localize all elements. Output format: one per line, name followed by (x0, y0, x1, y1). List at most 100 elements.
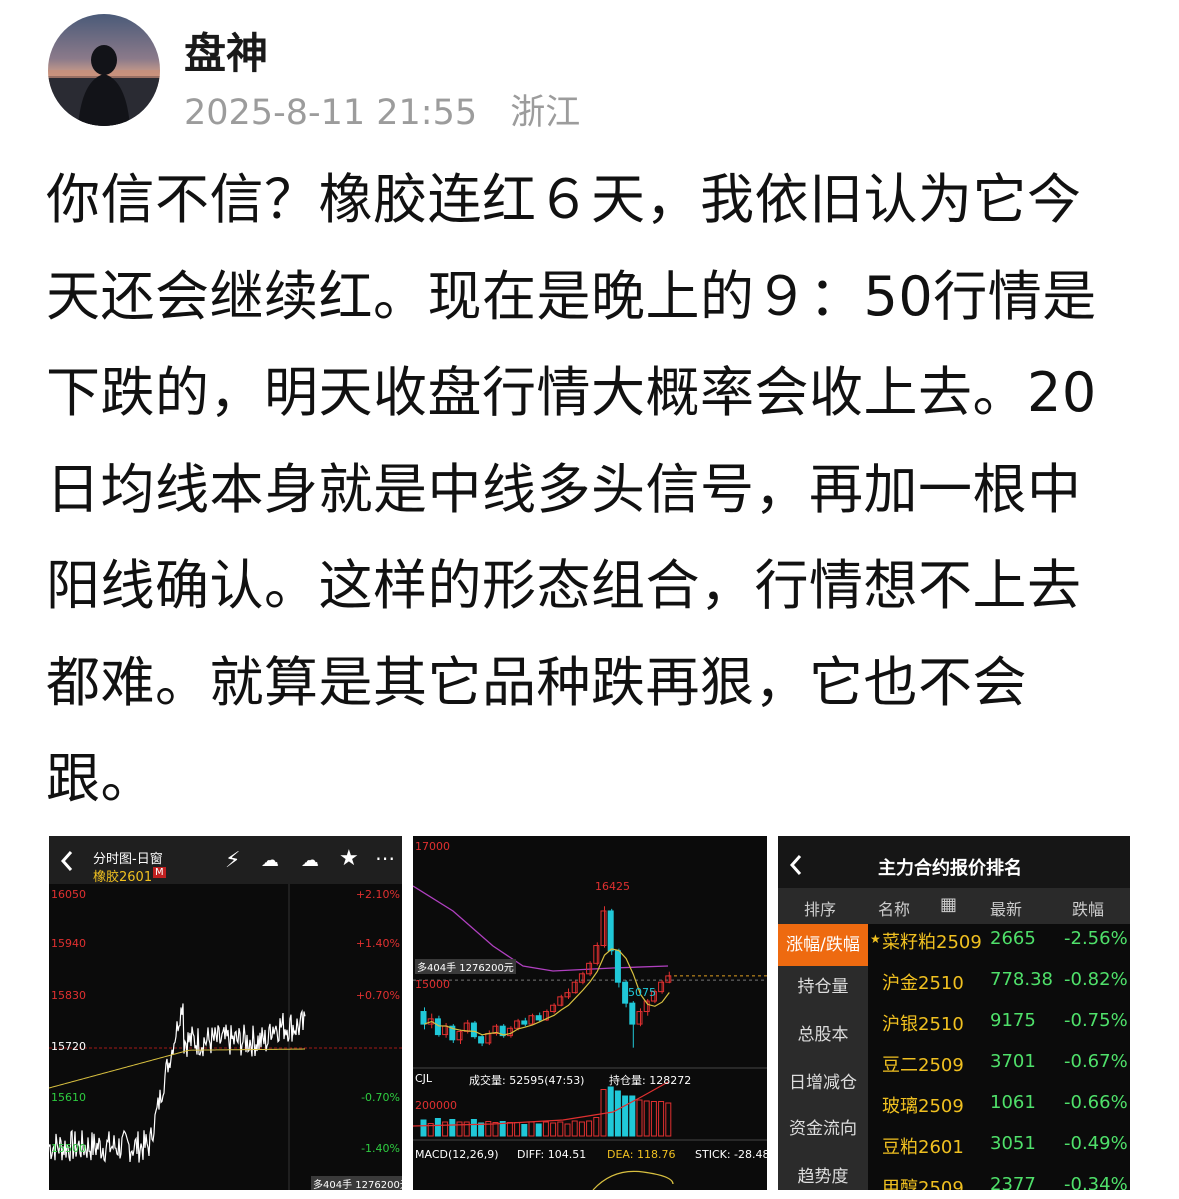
volume-bar (593, 1117, 600, 1137)
position-footer: 多404手 1276200元 (311, 1176, 402, 1190)
volume-bar (586, 1120, 593, 1137)
candle-body (535, 1015, 542, 1021)
sidebar-item-open-interest[interactable]: 持仓量 (778, 966, 868, 1008)
table-row[interactable]: 沪金2510 778.38 -0.82% (874, 967, 1130, 1007)
volume-bar (571, 1120, 578, 1137)
row-name: 沪银2510 (882, 1014, 964, 1035)
sidebar-item-fund-flow[interactable]: 资金流向 (778, 1108, 868, 1150)
low-label: 15075 (621, 986, 656, 999)
post-line: 天还会继续红。现在是晚上的９：50行情是 (46, 264, 1097, 328)
candle-body (578, 973, 585, 983)
more-icon[interactable]: ⋯ (375, 846, 395, 870)
table-row[interactable]: 豆粕2601 3051 -0.49% (874, 1131, 1130, 1171)
candle-body (550, 1004, 557, 1013)
col-sort[interactable]: 排序 (804, 896, 836, 920)
candle-body (629, 1002, 636, 1025)
volume-bar (506, 1122, 513, 1137)
volume-bar (636, 1099, 643, 1137)
price-label: 16050 (51, 888, 86, 901)
cloud-icon[interactable]: ☁ (261, 850, 279, 871)
col-latest[interactable]: 最新 (990, 896, 1022, 920)
image-intraday-chart[interactable]: 分时图-日窗 橡胶2601 M ⚡ ☁ ☁ ★ ⋯ 16050 15940 15… (49, 836, 402, 1190)
price-label: 15500 (51, 1142, 86, 1155)
row-price: 2377 (990, 1174, 1036, 1190)
dea-label: DEA: 118.76 (607, 1148, 676, 1161)
candle-body (514, 1020, 521, 1029)
row-price: 778.38 (990, 969, 1053, 990)
row-price: 3051 (990, 1133, 1036, 1154)
percent-label: -0.70% (361, 1091, 400, 1104)
sidebar-item-change[interactable]: 涨幅/跌幅 (778, 924, 868, 966)
shot1-title: 分时图-日窗 (93, 852, 163, 867)
cloud-sync-icon[interactable]: ☁ (301, 850, 319, 871)
col-name[interactable]: 名称 (878, 896, 910, 920)
grid-icon[interactable]: ▦ (940, 894, 957, 915)
star-icon[interactable]: ★ (339, 846, 359, 871)
table-row[interactable]: ★ 菜籽粕2509 2665 -2.56% (870, 926, 1130, 966)
candle-body (614, 950, 621, 983)
table-row[interactable]: 玻璃2509 1061 -0.66% (874, 1090, 1130, 1130)
candle-body (470, 1022, 477, 1038)
row-price: 3701 (990, 1051, 1036, 1072)
post-line: 跟。 (46, 747, 155, 810)
volume-bar (535, 1123, 542, 1137)
back-icon[interactable] (788, 854, 804, 876)
level-label: 15000 (415, 978, 450, 991)
high-label: 16425 (595, 880, 630, 893)
row-change: -0.49% (1064, 1133, 1128, 1154)
percent-label: +1.40% (355, 937, 400, 950)
volume-bar (650, 1101, 657, 1137)
candle-body (442, 1025, 449, 1036)
price-label: 15940 (51, 937, 86, 950)
macd-label: MACD(12,26,9) (415, 1148, 499, 1161)
volume-bar (542, 1121, 549, 1137)
image-kline-chart[interactable]: 17000 16425 15075 15000 多404手 1276200元 C… (413, 836, 767, 1190)
volume-bar (521, 1124, 528, 1137)
price-label: 15720 (51, 1040, 86, 1053)
row-change: -0.82% (1064, 969, 1128, 990)
axis-top-label: 17000 (415, 840, 450, 853)
candle-body (665, 975, 672, 983)
candle-body (658, 981, 665, 993)
avatar[interactable] (48, 14, 160, 126)
macd-dea-line (592, 1170, 674, 1190)
table-row[interactable]: 豆二2509 3701 -0.67% (874, 1049, 1130, 1089)
candle-body (478, 1036, 485, 1044)
volume-bar (478, 1122, 485, 1137)
candle-body (600, 910, 607, 947)
position-note: 多404手 1276200元 (415, 959, 516, 974)
sidebar-item-daily-change[interactable]: 日增减仓 (778, 1062, 868, 1104)
volume-bar (622, 1095, 629, 1137)
sidebar-item-total-shares[interactable]: 总股本 (778, 1014, 868, 1056)
post-line: 你信不信？橡胶连红６天，我依旧认为它今 (46, 168, 1082, 231)
table-row[interactable]: 沪银2510 9175 -0.75% (874, 1008, 1130, 1048)
image-ranking-table[interactable]: 主力合约报价排名 排序 名称 ▦ 最新 跌幅 涨幅/跌幅 持仓量 总股本 日增减… (778, 836, 1130, 1190)
sidebar-item-trend[interactable]: 趋势度 (778, 1156, 868, 1190)
author-name[interactable]: 盘神 (184, 20, 268, 81)
kline-plot[interactable] (413, 836, 767, 1190)
volume-bar (456, 1121, 463, 1137)
post-location: 浙江 (510, 93, 581, 133)
price-label: 15610 (51, 1091, 86, 1104)
volume-bar (420, 1119, 427, 1137)
volume-bar (658, 1101, 665, 1137)
intraday-plot[interactable] (49, 884, 402, 1190)
post-datetime: 2025-8-11 21:55 (184, 93, 478, 133)
row-name: 菜籽粕2509 (882, 932, 982, 953)
volume-bar (665, 1102, 672, 1137)
shot3-title: 主力合约报价排名 (878, 858, 1022, 879)
star-icon: ★ (870, 932, 881, 946)
volume-bar (643, 1100, 650, 1137)
candle-body (528, 1015, 535, 1025)
table-row[interactable]: 甲醇2509 2377 -0.34% (874, 1172, 1130, 1190)
open-interest-label: 持仓量: 128272 (609, 1074, 692, 1087)
candle-body (485, 1033, 492, 1044)
volume-bar (442, 1121, 449, 1137)
back-icon[interactable] (59, 850, 75, 872)
col-change[interactable]: 跌幅 (1072, 896, 1104, 920)
flash-icon[interactable]: ⚡ (225, 848, 240, 873)
row-price: 1061 (990, 1092, 1036, 1113)
percent-label: +2.10% (355, 888, 400, 901)
row-price: 9175 (990, 1010, 1036, 1031)
row-price: 2665 (990, 928, 1036, 949)
